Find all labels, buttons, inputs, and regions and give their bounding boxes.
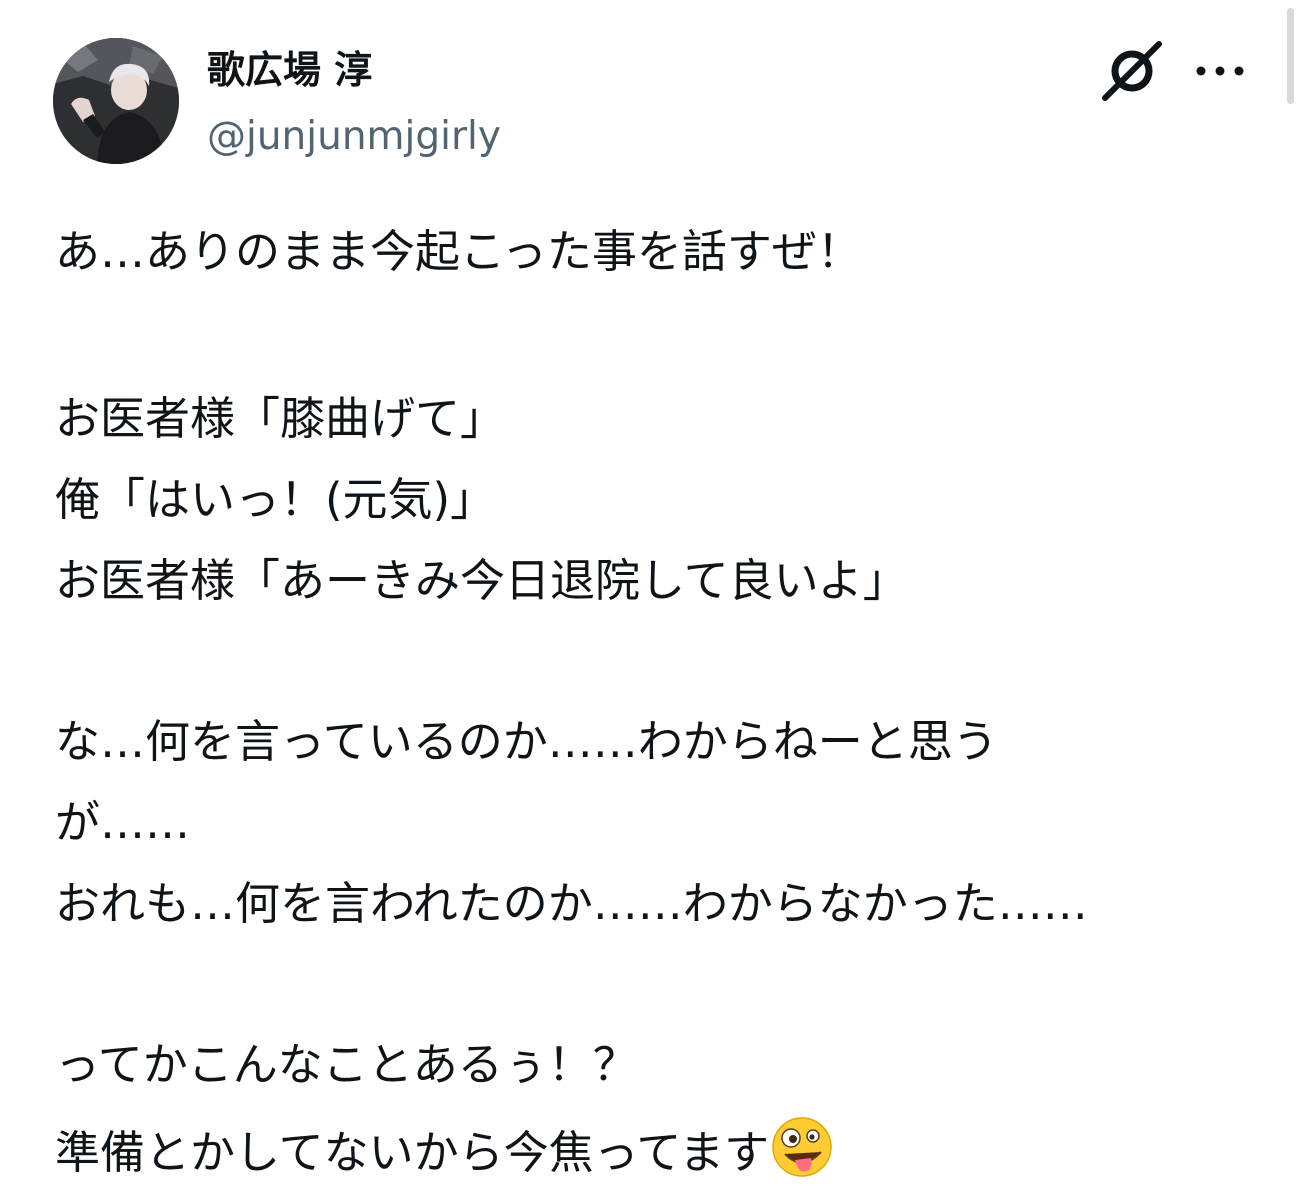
tweet-line: おれも…何を言われたのか……わからなかった……: [55, 877, 1088, 930]
author-display-name[interactable]: 歌広場 淳: [207, 44, 372, 96]
tweet-line: お医者様「膝曲げて」: [55, 392, 506, 445]
tweet-line: お医者様「あーきみ今日退院して良いよ」: [55, 554, 908, 607]
author-handle[interactable]: @junjunmjgirly: [207, 111, 501, 163]
tweet-line: な…何を言っているのか……わからねーと思う: [55, 715, 998, 768]
avatar[interactable]: [53, 38, 179, 164]
tweet-line-text: 準備とかしてないから今焦ってます: [55, 1126, 770, 1179]
tweet-card: 歌広場 淳 @junjunmjgirly あ…ありのまま今起こった事を話すぜ！ …: [0, 0, 1300, 1197]
tweet-line: あ…ありのまま今起こった事を話すぜ！: [55, 225, 862, 278]
grok-icon[interactable]: [1099, 40, 1165, 102]
tweet-line: 俺「はいっ！(元気)」: [55, 473, 496, 526]
scrollbar[interactable]: [1287, 8, 1294, 104]
tweet-line: 準備とかしてないから今焦ってます: [55, 1116, 1255, 1179]
tweet-text: あ…ありのまま今起こった事を話すぜ！ お医者様「膝曲げて」 俺「はいっ！(元気)…: [55, 222, 1255, 1179]
tweet-line: ってかこんなことあるぅ！？: [55, 1038, 638, 1091]
tweet-line: が……: [55, 796, 191, 849]
zany-face-emoji: [771, 1116, 833, 1178]
more-options-icon[interactable]: [1192, 56, 1248, 86]
